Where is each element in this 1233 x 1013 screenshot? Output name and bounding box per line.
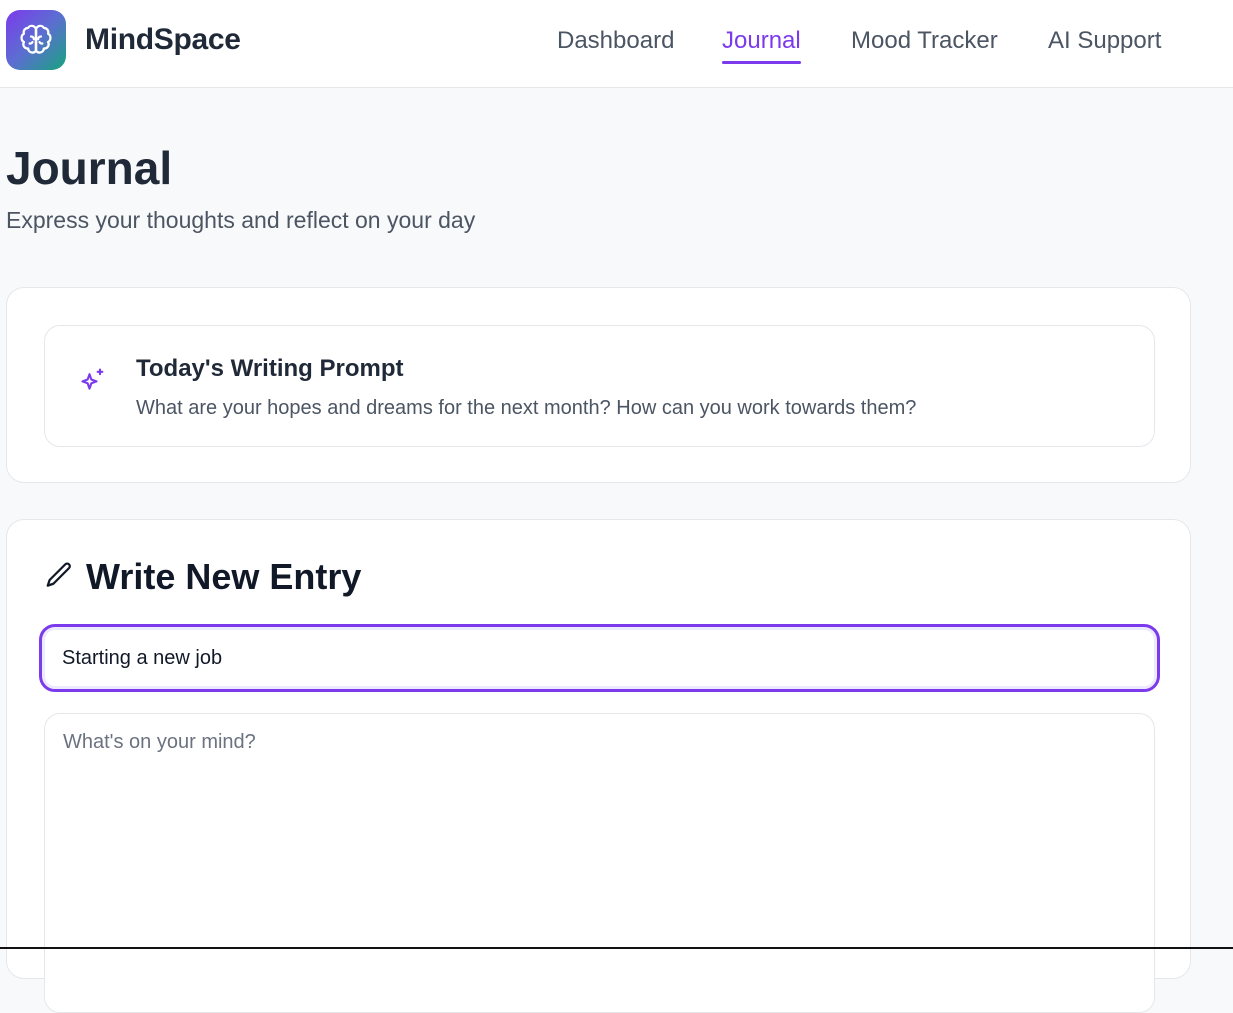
app-logo[interactable] xyxy=(6,10,66,70)
prompt-text: What are your hopes and dreams for the n… xyxy=(136,397,917,419)
nav-item-journal[interactable]: Journal xyxy=(722,26,801,64)
page-title: Journal xyxy=(6,142,173,194)
pencil-icon xyxy=(46,562,71,587)
writing-prompt-card: Today's Writing Prompt What are your hop… xyxy=(6,287,1191,483)
prompt-title: Today's Writing Prompt xyxy=(136,355,404,382)
nav-item-dashboard[interactable]: Dashboard xyxy=(557,26,674,56)
nav-item-ai-support[interactable]: AI Support xyxy=(1048,26,1161,56)
writing-prompt-box: Today's Writing Prompt What are your hop… xyxy=(44,325,1155,447)
entry-title-input[interactable] xyxy=(39,624,1160,692)
sparkles-icon xyxy=(81,368,104,390)
entry-heading: Write New Entry xyxy=(86,556,362,597)
top-navigation-bar: MindSpace Dashboard Journal Mood Tracker… xyxy=(0,0,1233,88)
app-name: MindSpace xyxy=(85,23,241,56)
entry-body-textarea[interactable] xyxy=(44,713,1155,1013)
page-subtitle: Express your thoughts and reflect on you… xyxy=(6,207,476,233)
new-entry-card: Write New Entry xyxy=(6,519,1191,1013)
brain-icon xyxy=(20,24,52,54)
nav-item-mood-tracker[interactable]: Mood Tracker xyxy=(851,26,998,56)
